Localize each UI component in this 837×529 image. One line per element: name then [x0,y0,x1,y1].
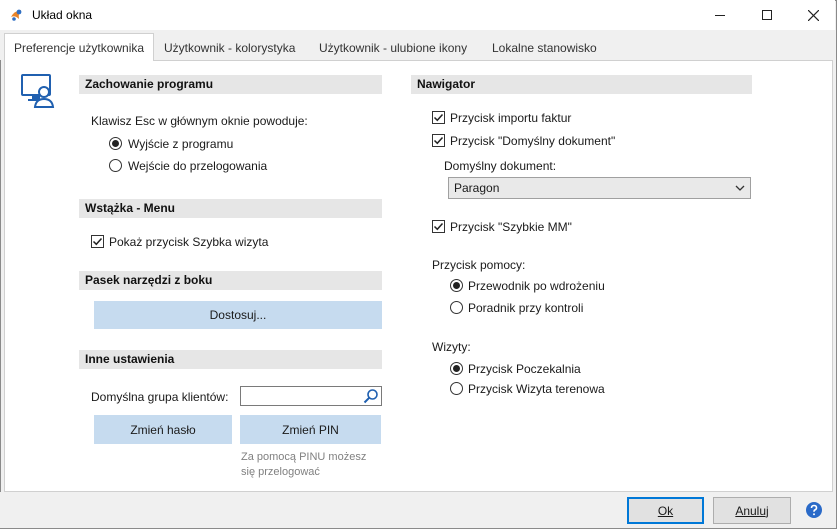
maximize-button[interactable] [744,0,790,30]
default-document-value: Paragon [454,181,500,195]
chevron-down-icon [735,185,745,191]
change-pin-button[interactable]: Zmień PIN [240,415,381,444]
checkmark-icon [433,113,444,122]
radio-field-visit-label[interactable]: Przycisk Wizyta terenowa [468,382,605,396]
search-button[interactable] [361,386,381,406]
checkbox-quick-mm[interactable] [432,220,445,233]
radio-relogin-label[interactable]: Wejście do przelogowania [128,159,267,173]
section-header-navigator: Nawigator [411,75,752,94]
minimize-button[interactable] [697,0,743,30]
cancel-button-label: Anuluj [735,503,769,518]
radio-waiting-room-label[interactable]: Przycisk Poczekalnia [468,362,581,376]
tab-user-colors[interactable]: Użytkownik - kolorystyka [155,37,304,59]
search-icon [363,389,378,404]
dialog-footer [0,492,835,528]
radio-inspection-guide-label[interactable]: Poradnik przy kontroli [468,301,583,315]
help-button[interactable] [805,501,823,519]
checkbox-quick-mm-label[interactable]: Przycisk "Szybkie MM" [450,220,572,234]
user-settings-icon [20,72,56,108]
radio-field-visit[interactable] [450,382,463,395]
default-group-label: Domyślna grupa klientów: [91,390,229,404]
help-button-label: Przycisk pomocy: [432,258,526,272]
tab-local-workstation[interactable]: Lokalne stanowisko [483,37,606,59]
radio-exit-program[interactable] [109,137,122,150]
cancel-button[interactable]: Anuluj [713,497,791,524]
ok-button-label: Ok [657,503,674,518]
checkbox-default-document-label[interactable]: Przycisk "Domyślny dokument" [450,134,615,148]
checkmark-icon [92,237,103,246]
radio-onboarding-guide-label[interactable]: Przewodnik po wdrożeniu [468,279,605,293]
radio-relogin[interactable] [109,159,122,172]
radio-inspection-guide[interactable] [450,301,463,314]
default-document-select[interactable]: Paragon [448,177,751,199]
tab-user-favorite-icons[interactable]: Użytkownik - ulubione ikony [310,37,476,59]
ok-button[interactable]: Ok [627,497,704,524]
radio-waiting-room[interactable] [450,362,463,375]
app-logo-icon [9,7,25,23]
section-header-program-behavior: Zachowanie programu [79,75,382,94]
section-header-side-toolbar: Pasek narzędzi z boku [79,271,382,290]
help-icon [806,502,822,518]
visits-label: Wizyty: [432,340,471,354]
checkbox-show-quick-visit[interactable] [91,235,104,248]
radio-exit-program-label[interactable]: Wyjście z programu [128,137,233,151]
default-document-label: Domyślny dokument: [444,159,557,173]
checkbox-default-document[interactable] [432,134,445,147]
maximize-icon [762,10,772,20]
esc-key-label: Klawisz Esc w głównym oknie powoduje: [91,114,308,128]
minimize-icon [715,14,725,16]
checkbox-show-quick-visit-label[interactable]: Pokaż przycisk Szybka wizyta [109,235,268,249]
section-header-other-settings: Inne ustawienia [79,350,382,369]
pin-hint-line2: się przelogować [241,466,320,478]
change-password-button[interactable]: Zmień hasło [94,415,232,444]
window-title: Układ okna [32,8,93,22]
section-header-ribbon: Wstążka - Menu [79,199,382,218]
checkmark-icon [433,136,444,145]
close-icon [807,9,819,21]
radio-onboarding-guide[interactable] [450,279,463,292]
customize-button[interactable]: Dostosuj... [94,301,382,329]
close-button[interactable] [790,0,836,30]
checkmark-icon [433,222,444,231]
checkbox-import-invoices-label[interactable]: Przycisk importu faktur [450,111,571,125]
pin-hint-line1: Za pomocą PINU możesz [241,451,367,463]
checkbox-import-invoices[interactable] [432,111,445,124]
tab-user-preferences[interactable]: Preferencje użytkownika [4,33,155,61]
